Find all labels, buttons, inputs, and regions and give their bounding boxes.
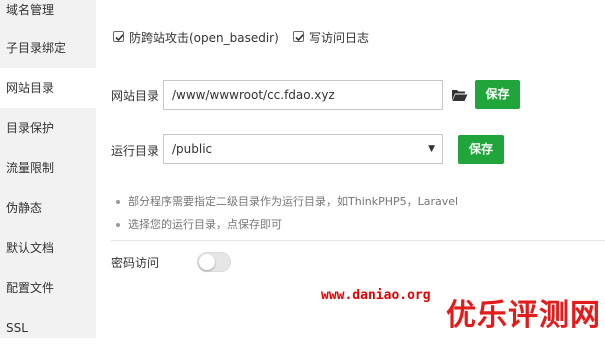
checkmark-icon xyxy=(115,34,124,42)
sidebar: 域名管理 子目录绑定 网站目录 目录保护 流量限制 伪静态 默认文档 配置文件 … xyxy=(0,0,96,338)
sidebar-item-ssl[interactable]: SSL xyxy=(0,308,96,348)
sidebar-item-default-document[interactable]: 默认文档 xyxy=(0,228,96,268)
sidebar-item-site-directory[interactable]: 网站目录 xyxy=(0,68,96,108)
watermark-title: 优乐评测网 xyxy=(446,298,601,333)
anti-xss-label: 防跨站攻击(open_basedir) xyxy=(129,31,279,45)
sidebar-item-label: 伪静态 xyxy=(6,201,43,215)
sidebar-item-traffic-limit[interactable]: 流量限制 xyxy=(0,148,96,188)
sidebar-item-label: 配置文件 xyxy=(6,281,55,295)
site-directory-save-button[interactable]: 保存 xyxy=(475,80,520,109)
sidebar-item-config-file[interactable]: 配置文件 xyxy=(0,268,96,308)
site-directory-label: 网站目录 xyxy=(111,89,160,103)
folder-open-icon[interactable] xyxy=(451,87,469,103)
access-log-checkbox[interactable] xyxy=(293,31,304,42)
bullet-icon xyxy=(116,223,120,227)
checkmark-icon xyxy=(295,34,304,42)
hint-text: 选择您的运行目录，点保存即可 xyxy=(128,218,282,231)
password-access-toggle[interactable] xyxy=(197,252,231,272)
run-directory-save-button[interactable]: 保存 xyxy=(458,135,504,164)
divider xyxy=(111,240,605,241)
dropdown-arrow-icon: ▼ xyxy=(428,144,435,154)
toggle-knob xyxy=(199,254,215,270)
access-log-label: 写访问日志 xyxy=(309,31,370,45)
hint-text: 部分程序需要指定二级目录作为运行目录，如ThinkPHP5，Laravel xyxy=(128,195,459,208)
sidebar-item-label: 流量限制 xyxy=(6,161,55,175)
bullet-icon xyxy=(116,200,120,204)
sidebar-item-label: 默认文档 xyxy=(6,241,55,255)
sidebar-item-label: 目录保护 xyxy=(6,121,55,135)
sidebar-item-domain-management[interactable]: 域名管理 xyxy=(0,0,96,30)
run-directory-selected-value: /public xyxy=(172,142,213,156)
site-directory-input[interactable]: /www/wwwroot/cc.fdao.xyz xyxy=(163,80,443,110)
sidebar-item-label: SSL xyxy=(6,321,28,335)
sidebar-item-label: 子目录绑定 xyxy=(6,41,67,55)
watermark-url: www.daniao.org xyxy=(321,288,431,303)
sidebar-item-rewrite[interactable]: 伪静态 xyxy=(0,188,96,228)
sidebar-item-directory-protection[interactable]: 目录保护 xyxy=(0,108,96,148)
sidebar-item-label: 网站目录 xyxy=(6,81,55,95)
run-directory-label: 运行目录 xyxy=(111,144,160,158)
sidebar-item-subdirectory-binding[interactable]: 子目录绑定 xyxy=(0,28,96,68)
password-access-label: 密码访问 xyxy=(111,256,160,270)
run-directory-select[interactable]: /public ▼ xyxy=(163,134,443,164)
anti-xss-checkbox[interactable] xyxy=(113,31,124,42)
sidebar-item-label: 域名管理 xyxy=(6,3,55,17)
